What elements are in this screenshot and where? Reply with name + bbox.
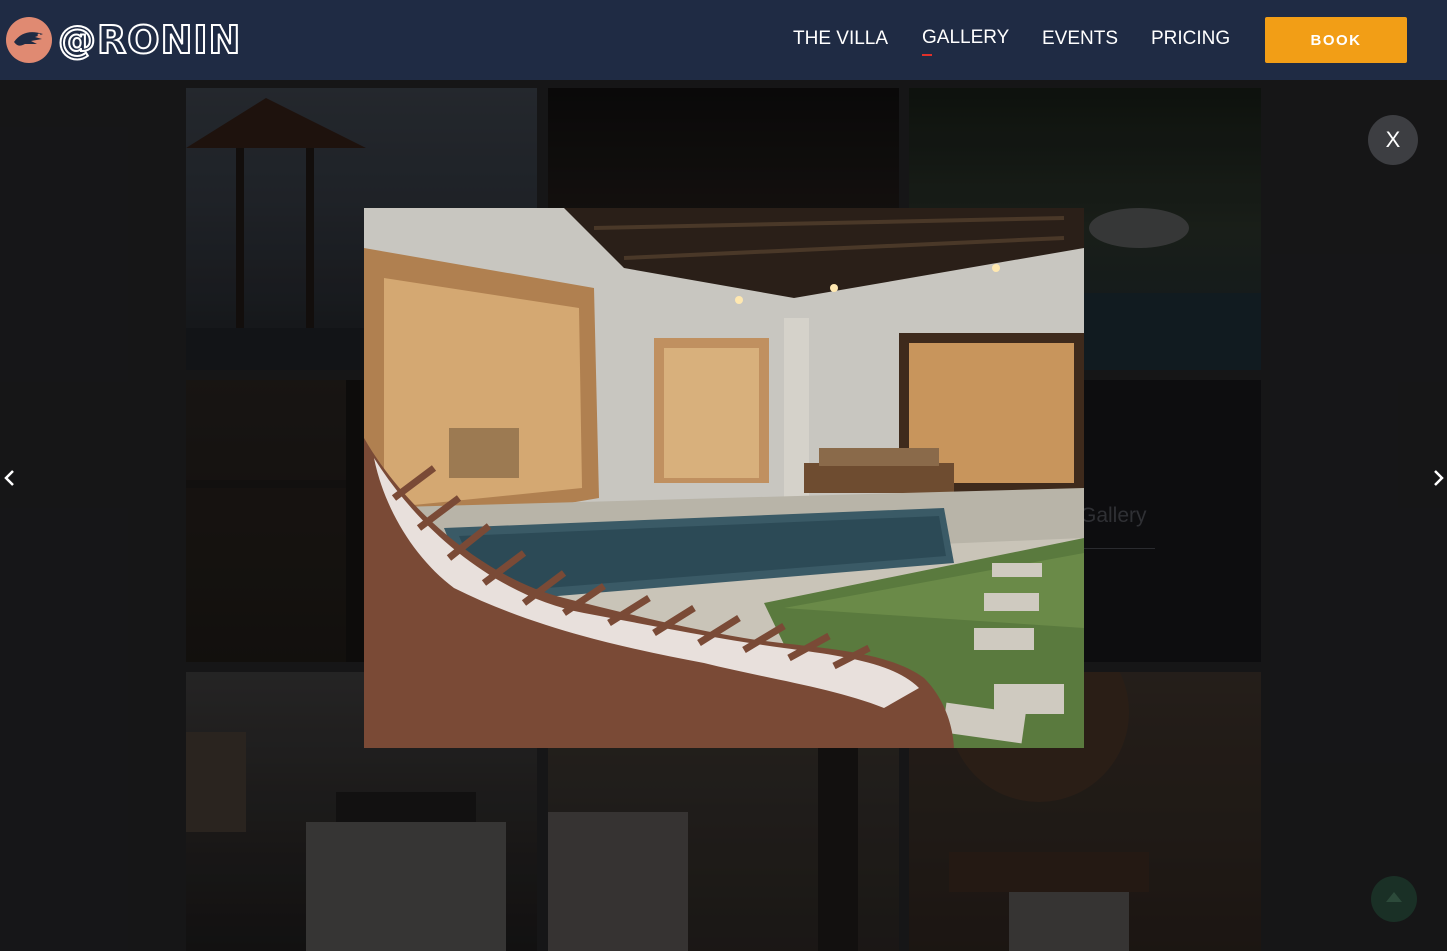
scroll-to-top-button[interactable]: [1371, 876, 1417, 922]
nav-gallery[interactable]: GALLERY: [922, 27, 1010, 56]
eagle-logo-icon: [6, 17, 52, 63]
top-navbar: @RONIN THE VILLA GALLERY EVENTS PRICING …: [0, 0, 1447, 80]
lightbox-photo-pool: [364, 208, 1084, 748]
brand-name: @RONIN: [57, 17, 242, 63]
chevron-right-icon[interactable]: [1430, 468, 1446, 488]
site-logo[interactable]: @RONIN: [6, 16, 241, 64]
lightbox-close-button[interactable]: X: [1368, 115, 1418, 165]
active-nav-indicator: [922, 54, 932, 56]
nav-gallery-label: GALLERY: [922, 27, 1010, 48]
nav-the-villa[interactable]: THE VILLA: [793, 28, 888, 50]
nav-events[interactable]: EVENTS: [1042, 28, 1118, 50]
book-button[interactable]: BOOK: [1265, 17, 1407, 63]
caret-up-icon: [1385, 890, 1403, 908]
chevron-left-icon[interactable]: [2, 468, 18, 488]
nav-pricing[interactable]: PRICING: [1151, 28, 1230, 50]
